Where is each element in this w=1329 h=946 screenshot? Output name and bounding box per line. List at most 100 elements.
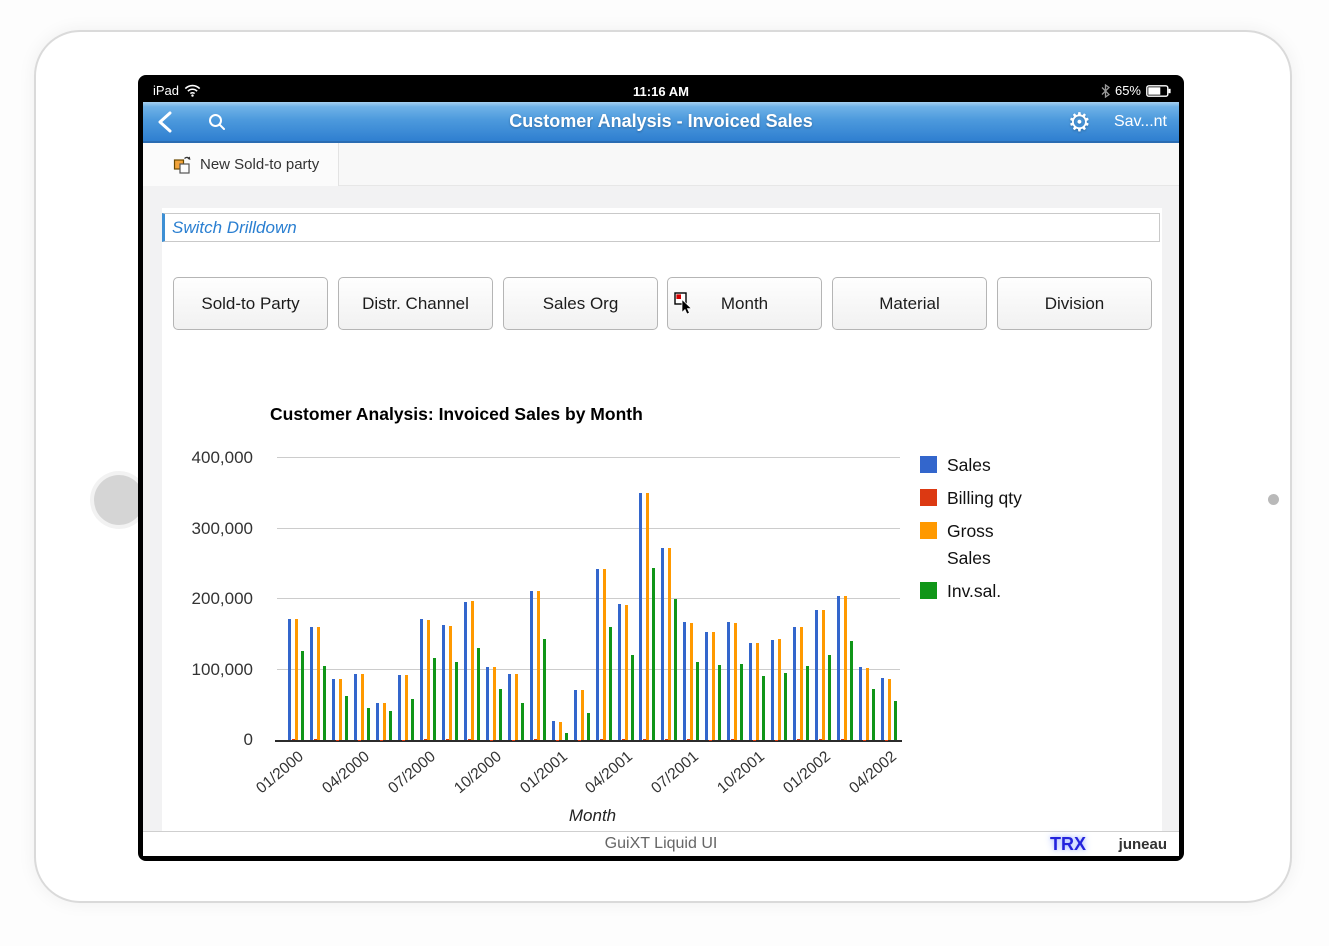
bar-sales — [463, 601, 467, 740]
bar-inv-sal- — [301, 650, 304, 740]
bar-gross-sales — [668, 547, 672, 740]
bar-gross-sales — [360, 674, 364, 740]
ipad-screen: iPad 11:16 AM 65% Customer Analysis - In… — [138, 75, 1184, 861]
bar-gross-sales — [492, 666, 496, 740]
chart-x-axis-title: Month — [568, 806, 617, 825]
bar-gross-sales — [888, 678, 891, 740]
new-soldto-party-button[interactable]: New Sold-to party — [143, 143, 339, 186]
bar-sales — [441, 625, 445, 740]
battery-icon — [1146, 84, 1171, 97]
save-document-button[interactable]: Sav...nt — [1114, 113, 1167, 131]
status-bar: iPad 11:16 AM 65% — [143, 80, 1179, 102]
drilldown-button-sales-org[interactable]: Sales Org — [503, 277, 658, 330]
app-display: iPad 11:16 AM 65% Customer Analysis - In… — [143, 80, 1179, 856]
bar-inv-sal- — [323, 666, 326, 740]
bar-inv-sal- — [630, 655, 634, 740]
bar-sales — [353, 674, 357, 740]
bar-inv-sal- — [828, 655, 832, 740]
bar-sales — [397, 675, 401, 740]
bar-sales — [727, 622, 731, 740]
bar-inv-sal- — [542, 639, 546, 740]
footer-trx-badge: TRX — [1050, 834, 1086, 854]
footer-bar: GuiXT Liquid UI TRX juneau — [143, 831, 1179, 856]
bar-sales — [837, 596, 841, 740]
bar-inv-sal- — [476, 648, 480, 740]
bar-inv-sal- — [806, 666, 810, 740]
bar-sales — [375, 702, 379, 740]
bar-inv-sal- — [520, 702, 524, 740]
gridline — [277, 527, 900, 529]
y-tick-label: 400,000 — [191, 448, 253, 467]
gridline — [277, 457, 900, 458]
bar-sales — [310, 626, 313, 740]
bar-sales — [771, 639, 775, 740]
switch-drilldown-header: Switch Drilldown — [162, 213, 1160, 242]
gear-icon[interactable]: ⚙ — [1068, 106, 1091, 138]
bar-gross-sales — [866, 668, 870, 740]
legend-item-sales: Sales — [920, 452, 1033, 479]
bar-inv-sal- — [344, 696, 348, 740]
drilldown-button-material[interactable]: Material — [832, 277, 987, 330]
bar-inv-sal- — [608, 626, 612, 740]
bar-sales — [661, 547, 665, 740]
footer-user: juneau — [1118, 836, 1167, 853]
bar-gross-sales — [800, 627, 804, 740]
bar-sales — [573, 689, 577, 740]
bar-gross-sales — [382, 702, 386, 740]
bar-gross-sales — [558, 721, 562, 740]
bar-inv-sal- — [784, 673, 788, 740]
bar-sales — [288, 618, 291, 740]
bar-gross-sales — [624, 604, 628, 740]
bar-sales — [507, 673, 511, 740]
bar-sales — [705, 632, 709, 740]
bar-gross-sales — [514, 674, 518, 740]
chart-plot-area — [275, 457, 902, 742]
bar-sales — [639, 493, 643, 740]
bar-inv-sal- — [410, 699, 414, 740]
bar-sales — [595, 568, 599, 740]
home-button[interactable] — [94, 475, 144, 525]
bar-gross-sales — [448, 625, 452, 740]
bar-gross-sales — [338, 678, 342, 740]
bar-gross-sales — [822, 610, 826, 740]
y-tick-label: 100,000 — [191, 659, 253, 679]
bar-sales — [485, 667, 489, 740]
bar-inv-sal- — [762, 675, 766, 740]
bar-gross-sales — [580, 689, 584, 740]
camera-dot — [1268, 494, 1279, 505]
bar-inv-sal- — [696, 662, 700, 740]
bluetooth-icon — [1101, 83, 1110, 98]
bar-inv-sal- — [740, 663, 744, 740]
bar-gross-sales — [470, 601, 474, 740]
bar-gross-sales — [734, 623, 738, 740]
bar-sales — [617, 603, 621, 740]
bar-sales — [793, 627, 797, 740]
bar-gross-sales — [690, 623, 694, 740]
gridline — [277, 598, 900, 599]
bar-sales — [551, 721, 555, 740]
bar-inv-sal- — [564, 732, 568, 740]
bar-inv-sal- — [718, 664, 722, 740]
create-new-icon — [173, 156, 191, 174]
bar-gross-sales — [317, 626, 320, 740]
bar-sales — [859, 666, 863, 740]
legend-item-billing-qty: Billing qty — [920, 485, 1033, 512]
y-tick-label: 200,000 — [191, 589, 253, 608]
drilldown-button-sold-to-party[interactable]: Sold-to Party — [173, 277, 328, 330]
bar-gross-sales — [536, 590, 540, 740]
bar-sales — [419, 619, 423, 740]
y-tick-label: 300,000 — [191, 518, 253, 538]
bar-gross-sales — [602, 568, 606, 740]
bar-sales — [749, 642, 753, 740]
selection-cursor-icon — [674, 292, 693, 315]
bar-sales — [881, 678, 884, 740]
bar-sales — [331, 678, 335, 740]
bar-inv-sal- — [652, 568, 656, 740]
bar-gross-sales — [756, 642, 760, 740]
drilldown-button-distr-channel[interactable]: Distr. Channel — [338, 277, 493, 330]
y-tick-label: 0 — [243, 730, 253, 749]
drilldown-button-division[interactable]: Division — [997, 277, 1152, 330]
legend-swatch-sales — [920, 456, 937, 473]
drilldown-button-month[interactable]: Month — [667, 277, 822, 330]
chart-legend: Sales Billing qty Gross Sales Inv.sal. — [920, 452, 1033, 605]
